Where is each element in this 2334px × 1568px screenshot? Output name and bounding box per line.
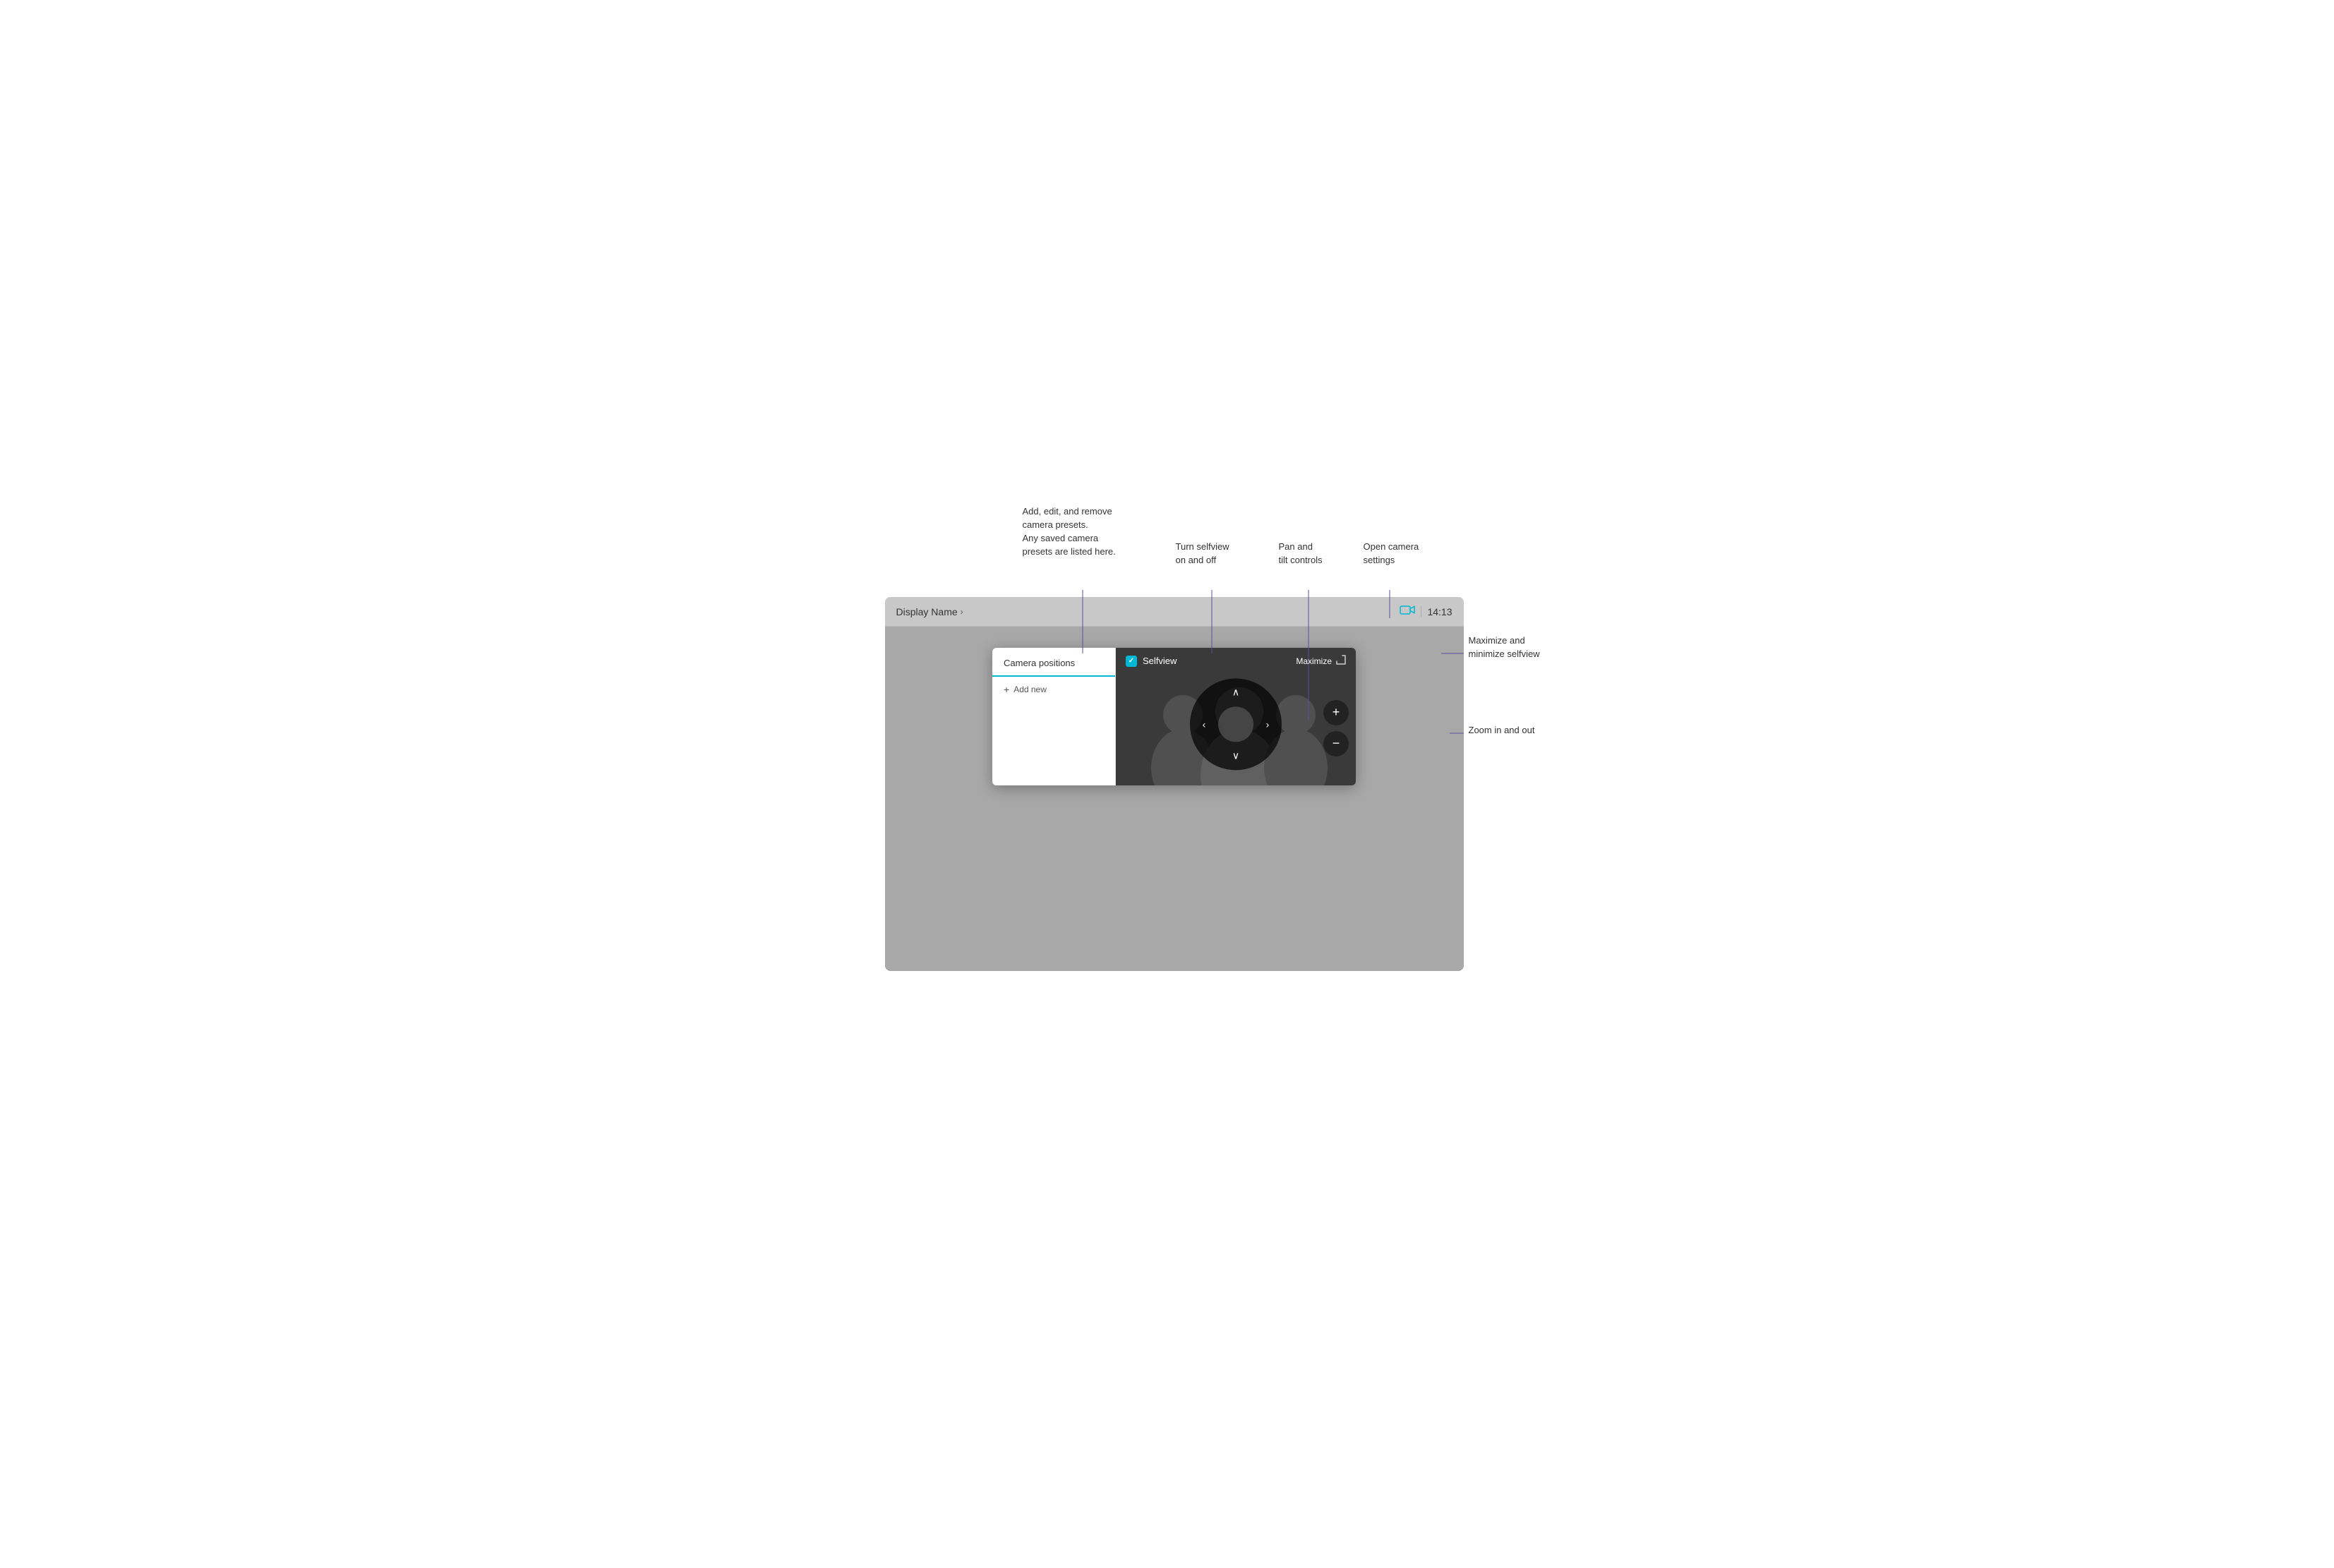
ptz-left-button[interactable]: ‹ (1196, 716, 1213, 732)
time-display: 14:13 (1427, 606, 1452, 617)
add-icon: + (1004, 684, 1009, 695)
annotation-maximize: Maximize andminimize selfview (1469, 634, 1540, 661)
zoom-in-button[interactable]: + (1323, 700, 1349, 725)
selfview-header: ✓ Selfview Maximize (1116, 648, 1356, 674)
selfview-label: Selfview (1143, 656, 1177, 666)
selfview-toggle-area[interactable]: ✓ Selfview (1126, 656, 1177, 667)
camera-icon (1400, 604, 1415, 619)
panel-header: Camera positions (992, 648, 1115, 677)
ptz-center (1218, 706, 1253, 742)
annotation-camera-settings: Open camerasettings (1364, 541, 1419, 567)
add-new-label: Add new (1013, 685, 1047, 694)
selfview-panel: ✓ Selfview Maximize (1116, 648, 1356, 785)
chevron-right-icon: › (961, 607, 963, 617)
zoom-out-label: − (1333, 736, 1340, 751)
annotation-zoom: Zoom in and out (1469, 724, 1535, 737)
ptz-control: ∧ ∨ ‹ › (1190, 678, 1282, 770)
maximize-button[interactable]: Maximize (1296, 655, 1346, 667)
maximize-icon (1336, 655, 1346, 667)
ptz-down-button[interactable]: ∨ (1227, 747, 1244, 764)
zoom-in-label: + (1333, 705, 1340, 720)
annotation-selfview: Turn selfviewon and off (1176, 541, 1229, 567)
zoom-controls: + − (1323, 700, 1349, 756)
device-frame: Display Name › 14:13 Ca (885, 597, 1464, 971)
camera-positions-panel: Camera positions + Add new (992, 648, 1116, 785)
device-content: Camera positions + Add new (885, 627, 1464, 971)
annotation-camera-presets: Add, edit, and removecamera presets.Any … (1023, 505, 1116, 558)
ptz-ring: ∧ ∨ ‹ › (1190, 678, 1282, 770)
device-header: Display Name › 14:13 (885, 597, 1464, 627)
checkmark-icon: ✓ (1129, 657, 1134, 665)
ptz-up-button[interactable]: ∧ (1227, 684, 1244, 701)
maximize-label: Maximize (1296, 656, 1332, 666)
add-new-button[interactable]: + Add new (992, 677, 1115, 702)
display-name-area: Display Name › (896, 606, 963, 617)
annotation-pan-tilt: Pan andtilt controls (1279, 541, 1323, 567)
display-name-text: Display Name (896, 606, 958, 617)
overlay-panel: Camera positions + Add new (992, 648, 1356, 785)
page-wrapper: Display Name › 14:13 Ca (702, 466, 1633, 1102)
camera-positions-title: Camera positions (1004, 658, 1075, 668)
ptz-right-button[interactable]: › (1259, 716, 1276, 732)
zoom-out-button[interactable]: − (1323, 731, 1349, 756)
selfview-checkbox[interactable]: ✓ (1126, 656, 1137, 667)
header-right: 14:13 (1400, 604, 1452, 619)
